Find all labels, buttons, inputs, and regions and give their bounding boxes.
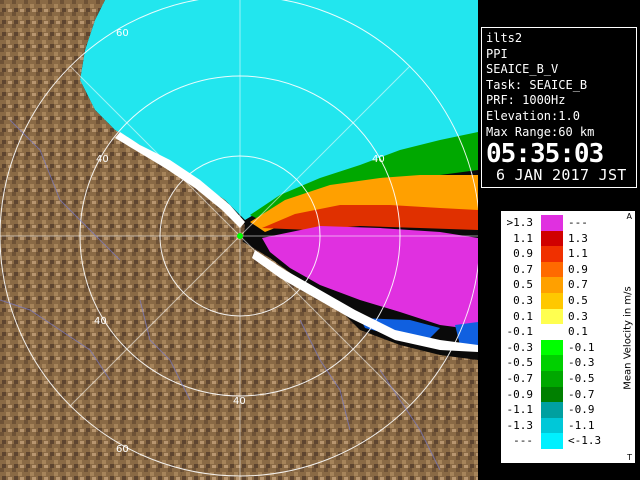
legend-high-value: -0.1 xyxy=(568,340,595,354)
legend-low-value: -0.1 xyxy=(506,325,534,339)
legend-high-value: 0.1 xyxy=(568,325,588,339)
legend-high-value: -0.3 xyxy=(568,356,595,370)
ring-label: 40 xyxy=(233,396,246,407)
legend-row: 0.9 1.1 xyxy=(501,246,621,262)
legend-row: --- <-1.3 xyxy=(501,433,621,449)
legend-high-value: 0.9 xyxy=(568,262,588,276)
legend-low-value: -0.9 xyxy=(506,387,534,401)
legend-row: -0.1 0.1 xyxy=(501,324,621,340)
legend-swatch xyxy=(541,215,563,231)
legend-row: -0.5 -0.3 xyxy=(501,355,621,371)
legend-swatch xyxy=(541,308,563,325)
legend-swatch xyxy=(541,324,563,340)
legend-swatch xyxy=(541,277,563,293)
legend-high-value: 0.5 xyxy=(568,294,588,307)
scan-time: 05:35:03 xyxy=(486,139,604,170)
product-name: SEAICE_B_V xyxy=(486,62,559,77)
legend-swatch xyxy=(541,246,563,262)
ring-label: 40 xyxy=(94,316,107,327)
legend-low-value: >1.3 xyxy=(506,216,534,229)
legend-swatch xyxy=(541,386,563,403)
legend-low-value: -0.3 xyxy=(506,340,534,354)
scan-type: PPI xyxy=(486,46,508,61)
legend-row: 1.1 1.3 xyxy=(501,230,621,247)
legend-bottom-marker: T xyxy=(627,453,632,462)
legend-row: >1.3 --- xyxy=(501,215,621,231)
ring-label: 60 xyxy=(116,28,129,39)
legend-row: 0.3 0.5 xyxy=(501,293,621,309)
radar-ppi-display: 60 40 40 40 40 60 xyxy=(0,0,478,480)
task-name: Task: SEAICE_B xyxy=(486,77,588,92)
legend-low-value: --- xyxy=(513,434,533,448)
legend-swatch xyxy=(541,230,563,247)
legend-high-value: 0.7 xyxy=(568,278,588,292)
legend-row: 0.7 0.9 xyxy=(501,261,621,278)
legend-high-value: -1.1 xyxy=(568,418,595,432)
legend-title: Mean Velocity in m/s xyxy=(622,286,634,390)
ring-label: 40 xyxy=(96,154,109,165)
legend-low-value: 1.1 xyxy=(513,231,533,245)
legend-low-value: 0.9 xyxy=(513,247,533,261)
legend-high-value: -0.5 xyxy=(568,372,595,385)
legend-low-value: 0.7 xyxy=(513,262,533,276)
legend-high-value: --- xyxy=(568,216,588,229)
legend-row: -0.9 -0.7 xyxy=(501,386,621,403)
radar-site-marker xyxy=(237,233,243,239)
legend-row: 0.5 0.7 xyxy=(501,277,621,293)
legend-low-value: -1.3 xyxy=(506,418,534,432)
station-name: ilts2 xyxy=(486,31,523,45)
legend-row: -0.7 -0.5 xyxy=(501,371,621,387)
radar-image: 60 40 40 40 40 60 xyxy=(0,0,478,480)
legend-low-value: 0.1 xyxy=(513,309,533,323)
legend-swatch xyxy=(541,293,563,309)
elevation-value: Elevation:1.0 xyxy=(486,108,580,123)
prf-value: PRF: 1000Hz xyxy=(486,93,566,108)
legend-swatch xyxy=(541,371,563,387)
legend-swatch xyxy=(541,355,563,371)
legend-low-value: 0.5 xyxy=(513,278,533,292)
legend-row: 0.1 0.3 xyxy=(501,308,621,325)
legend-swatch xyxy=(541,339,563,356)
max-range-value: Max Range:60 km xyxy=(486,124,595,139)
legend-low-value: 0.3 xyxy=(513,294,533,307)
scan-date: 6 JAN 2017 JST xyxy=(496,166,627,185)
legend-low-value: -0.7 xyxy=(506,372,534,385)
side-panel: ilts2 PPI SEAICE_B_V Task: SEAICE_B PRF:… xyxy=(478,0,640,480)
legend-high-value: -0.9 xyxy=(568,403,595,417)
legend-swatch xyxy=(541,402,563,418)
velocity-legend: Mean Velocity in m/s A T >1.3 --- 1.1 1.3 0.… xyxy=(500,210,636,464)
legend-high-value: 1.3 xyxy=(568,231,588,245)
legend-row: -1.1 -0.9 xyxy=(501,402,621,418)
ring-label: 40 xyxy=(372,154,385,165)
legend-low-value: -0.5 xyxy=(506,356,534,370)
legend-high-value: -0.7 xyxy=(568,387,595,401)
legend-row: -1.3 -1.1 xyxy=(501,417,621,434)
legend-swatch xyxy=(541,433,563,449)
legend-high-value: <-1.3 xyxy=(568,434,602,448)
scan-info-box: ilts2 PPI SEAICE_B_V Task: SEAICE_B PRF:… xyxy=(481,27,637,188)
legend-swatch xyxy=(541,417,563,434)
legend-swatch xyxy=(541,261,563,278)
legend-row: -0.3 -0.1 xyxy=(501,339,621,356)
legend-high-value: 1.1 xyxy=(568,247,588,261)
ring-label: 60 xyxy=(116,444,129,455)
legend-low-value: -1.1 xyxy=(506,403,534,417)
legend-high-value: 0.3 xyxy=(568,309,588,323)
legend-top-marker: A xyxy=(626,212,632,221)
